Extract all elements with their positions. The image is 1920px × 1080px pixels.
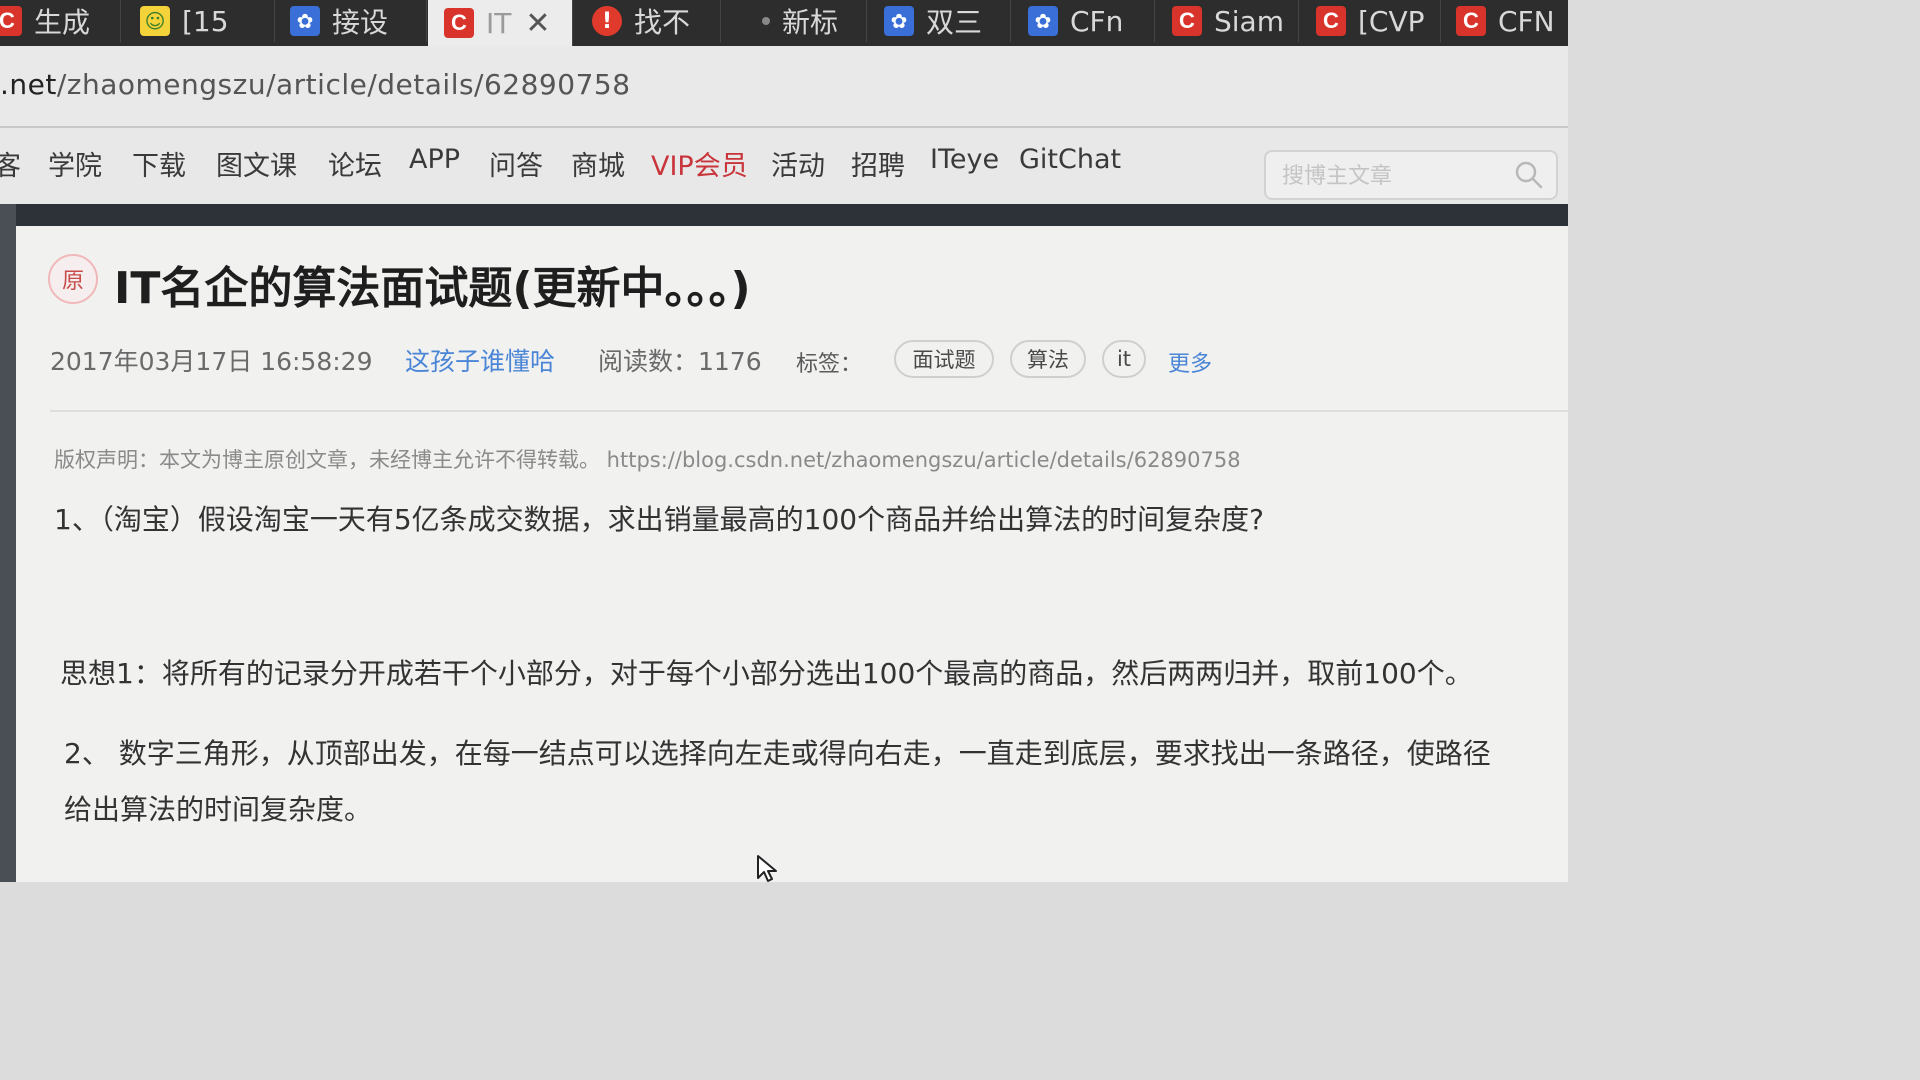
browser-tab[interactable]: C Siam — [1156, 0, 1299, 42]
csdn-icon: C — [0, 6, 22, 36]
browser-tab-strip: C 生成 ☺ [15 ✿ 接设 C IT ✕ ! 找不 新标 ✿ 双三 ✿ CF… — [0, 0, 1568, 46]
browser-tab[interactable]: ✿ 接设 — [276, 0, 427, 42]
url-host: .net — [0, 68, 57, 101]
url-path: /zhaomengszu/article/details/62890758 — [56, 68, 631, 101]
site-nav: 客 学院 下载 图文课 论坛 APP 问答 商城 VIP会员 活动 招聘 ITe… — [0, 128, 1568, 204]
search-input[interactable] — [1280, 160, 1514, 192]
browser-tab[interactable]: C CFN — [1442, 0, 1568, 42]
tags-label: 标签： — [796, 352, 863, 377]
tag-chip[interactable]: 面试题 — [894, 340, 994, 378]
read-count: 阅读数：1176 — [598, 347, 762, 376]
nav-item-vip[interactable]: VIP会员 — [651, 144, 748, 183]
nav-item-events[interactable]: 活动 — [771, 144, 825, 183]
question-1: 1、（淘宝）假设淘宝一天有5亿条成交数据，求出销量最高的100个商品并给出算法的… — [54, 503, 1264, 536]
nav-item-blog[interactable]: 客 — [0, 144, 21, 183]
baidu-paw-icon: ✿ — [1028, 6, 1058, 36]
nav-item-mall[interactable]: 商城 — [571, 144, 625, 183]
article-title: IT名企的算法面试题(更新中。。。) — [114, 263, 751, 314]
search-icon[interactable] — [1514, 160, 1544, 190]
browser-tab[interactable]: ! 找不 — [574, 0, 721, 42]
close-tab-icon[interactable]: ✕ — [525, 6, 550, 41]
baidu-paw-icon: ✿ — [290, 6, 320, 36]
copyright-notice: 版权声明：本文为博主原创文章，未经博主允许不得转载。 https://blog.… — [54, 448, 1241, 472]
article: 原 IT名企的算法面试题(更新中。。。) 2017年03月17日 16:58:2… — [16, 226, 1568, 882]
browser-tab-active[interactable]: C IT ✕ — [428, 0, 573, 46]
browser-tab[interactable]: ✿ 双三 — [868, 0, 1011, 42]
nav-item-courses[interactable]: 图文课 — [216, 144, 297, 183]
nav-item-jobs[interactable]: 招聘 — [851, 144, 905, 183]
original-badge: 原 — [48, 254, 98, 304]
nav-item-academy[interactable]: 学院 — [48, 144, 102, 183]
browser-tab[interactable]: C 生成 — [0, 0, 121, 42]
tag-chip[interactable]: it — [1102, 340, 1146, 378]
nav-item-download[interactable]: 下载 — [132, 144, 186, 183]
address-bar[interactable]: .net/zhaomengszu/article/details/6289075… — [0, 46, 1568, 128]
author-link[interactable]: 这孩子谁懂哈 — [405, 342, 555, 378]
csdn-icon: C — [444, 8, 474, 38]
url-text[interactable]: .net/zhaomengszu/article/details/6289075… — [0, 68, 631, 101]
browser-tab[interactable]: ☺ [15 — [128, 0, 275, 42]
meta-divider — [50, 410, 1568, 412]
browser-tab[interactable]: 新标 — [722, 0, 867, 42]
browser-tab[interactable]: C [CVP — [1300, 0, 1441, 42]
idea-1: 思想1：将所有的记录分开成若干个小部分，对于每个小部分选出100个最高的商品，然… — [60, 657, 1473, 690]
nav-divider-bar — [0, 204, 1568, 226]
baidu-paw-icon: ✿ — [884, 6, 914, 36]
nav-item-iteye[interactable]: ITeye — [930, 144, 999, 175]
csdn-icon: C — [1316, 6, 1346, 36]
search-box — [1264, 150, 1558, 200]
nav-item-gitchat[interactable]: GitChat — [1019, 144, 1121, 175]
left-edge-bar — [0, 204, 16, 882]
publish-date: 2017年03月17日 16:58:29 — [50, 347, 373, 376]
warning-icon: ! — [592, 6, 622, 36]
browser-tab[interactable]: ✿ CFn — [1012, 0, 1155, 42]
more-tags-link[interactable]: 更多 — [1168, 346, 1212, 378]
dot-icon — [762, 17, 770, 25]
question-2-continued: 给出算法的时间复杂度。 — [64, 793, 373, 826]
smile-icon: ☺ — [140, 6, 170, 36]
question-2: 2、 数字三角形，从顶部出发，在每一结点可以选择向左走或得向右走，一直走到底层，… — [64, 737, 1491, 770]
mouse-cursor-icon — [757, 855, 777, 882]
nav-item-forum[interactable]: 论坛 — [328, 144, 382, 183]
csdn-icon: C — [1172, 6, 1202, 36]
nav-item-qa[interactable]: 问答 — [489, 144, 543, 183]
tag-chip[interactable]: 算法 — [1010, 340, 1086, 378]
csdn-icon: C — [1456, 6, 1486, 36]
nav-item-app[interactable]: APP — [409, 144, 460, 175]
